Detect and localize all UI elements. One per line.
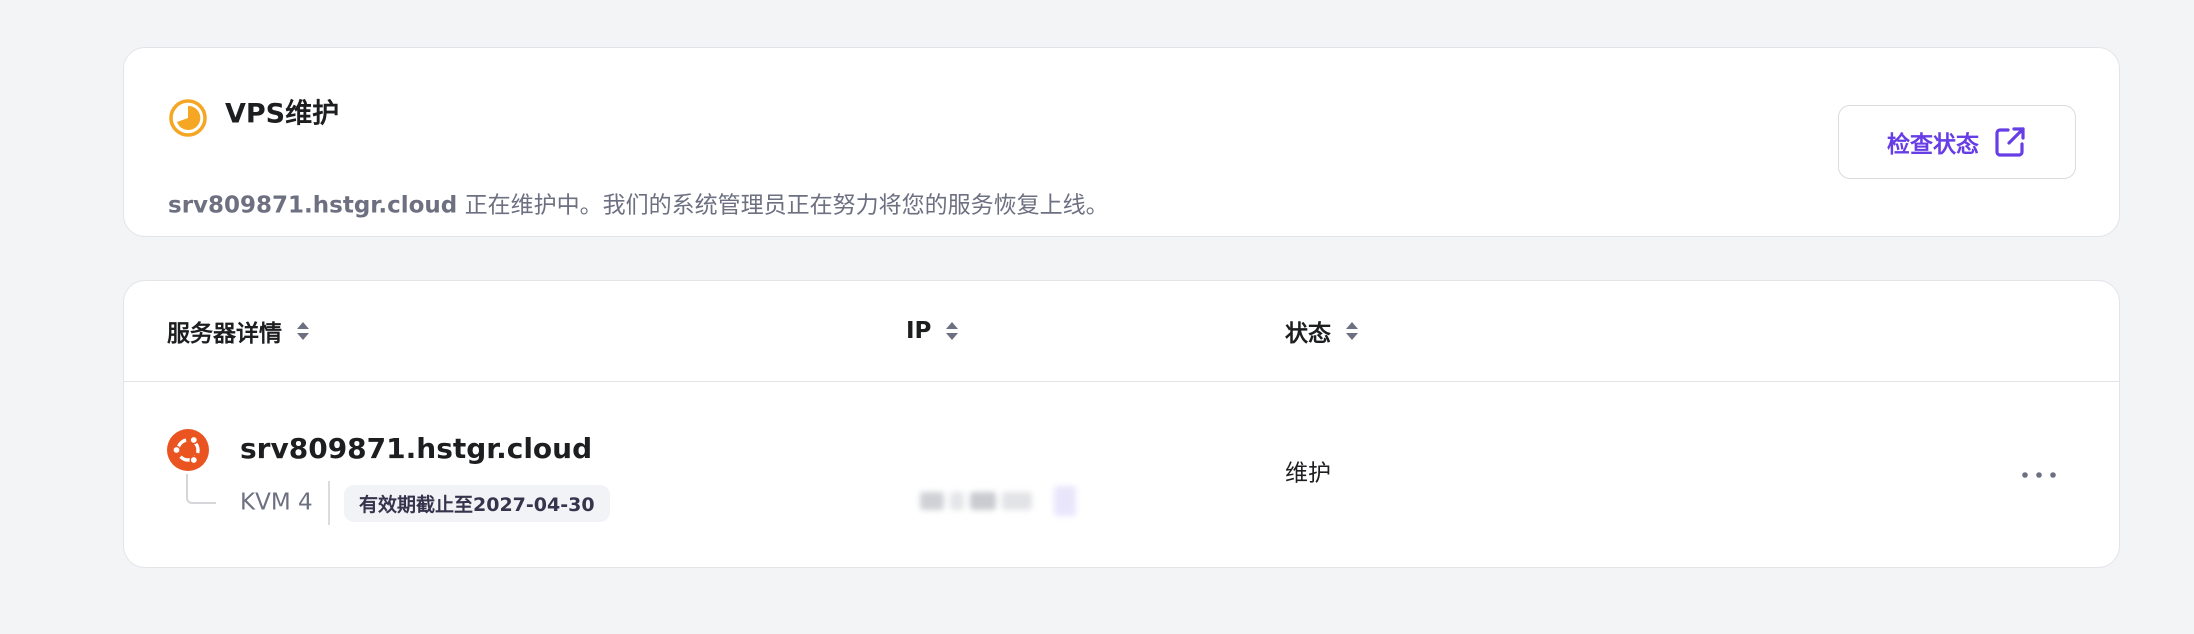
- banner-message: srv809871.hstgr.cloud 正在维护中。我们的系统管理员正在努力…: [168, 192, 1109, 219]
- ip-address-redacted: [920, 486, 1076, 516]
- table-row[interactable]: srv809871.hstgr.cloud KVM 4 有效期截止至2027-0…: [124, 382, 2119, 567]
- divider: [328, 481, 330, 525]
- sort-icon: [297, 322, 309, 340]
- maintenance-clock-icon: [168, 98, 208, 138]
- maintenance-banner: VPS维护 srv809871.hstgr.cloud 正在维护中。我们的系统管…: [123, 47, 2120, 237]
- column-header-status[interactable]: 状态: [1285, 314, 1359, 348]
- banner-title: VPS维护: [225, 98, 340, 130]
- ubuntu-icon: [167, 429, 209, 471]
- check-status-button[interactable]: 检查状态: [1838, 105, 2076, 179]
- more-actions-button[interactable]: [2019, 460, 2059, 490]
- table-header: 服务器详情 IP 状态: [124, 281, 2119, 382]
- server-status: 维护: [1285, 460, 1331, 487]
- server-hostname[interactable]: srv809871.hstgr.cloud: [240, 435, 592, 463]
- sort-icon: [946, 322, 959, 340]
- more-horizontal-icon: [2022, 472, 2056, 478]
- banner-message-text: 正在维护中。我们的系统管理员正在努力将您的服务恢复上线。: [457, 192, 1109, 219]
- sort-icon: [1346, 322, 1358, 340]
- column-header-label: 服务器详情: [167, 321, 282, 347]
- external-link-icon: [1995, 127, 2025, 157]
- banner-hostname: srv809871.hstgr.cloud: [168, 192, 458, 219]
- expiry-badge: 有效期截止至2027-04-30: [344, 485, 610, 522]
- check-status-label: 检查状态: [1887, 132, 1979, 158]
- column-header-ip[interactable]: IP: [906, 318, 959, 344]
- tree-connector: [186, 474, 216, 504]
- server-plan: KVM 4: [240, 489, 313, 516]
- column-header-server-details[interactable]: 服务器详情: [167, 314, 310, 348]
- column-header-label: 状态: [1285, 321, 1331, 347]
- server-table: 服务器详情 IP 状态 srv809871.hstgr.cloud KVM 4 …: [123, 280, 2120, 568]
- column-header-label: IP: [906, 318, 932, 344]
